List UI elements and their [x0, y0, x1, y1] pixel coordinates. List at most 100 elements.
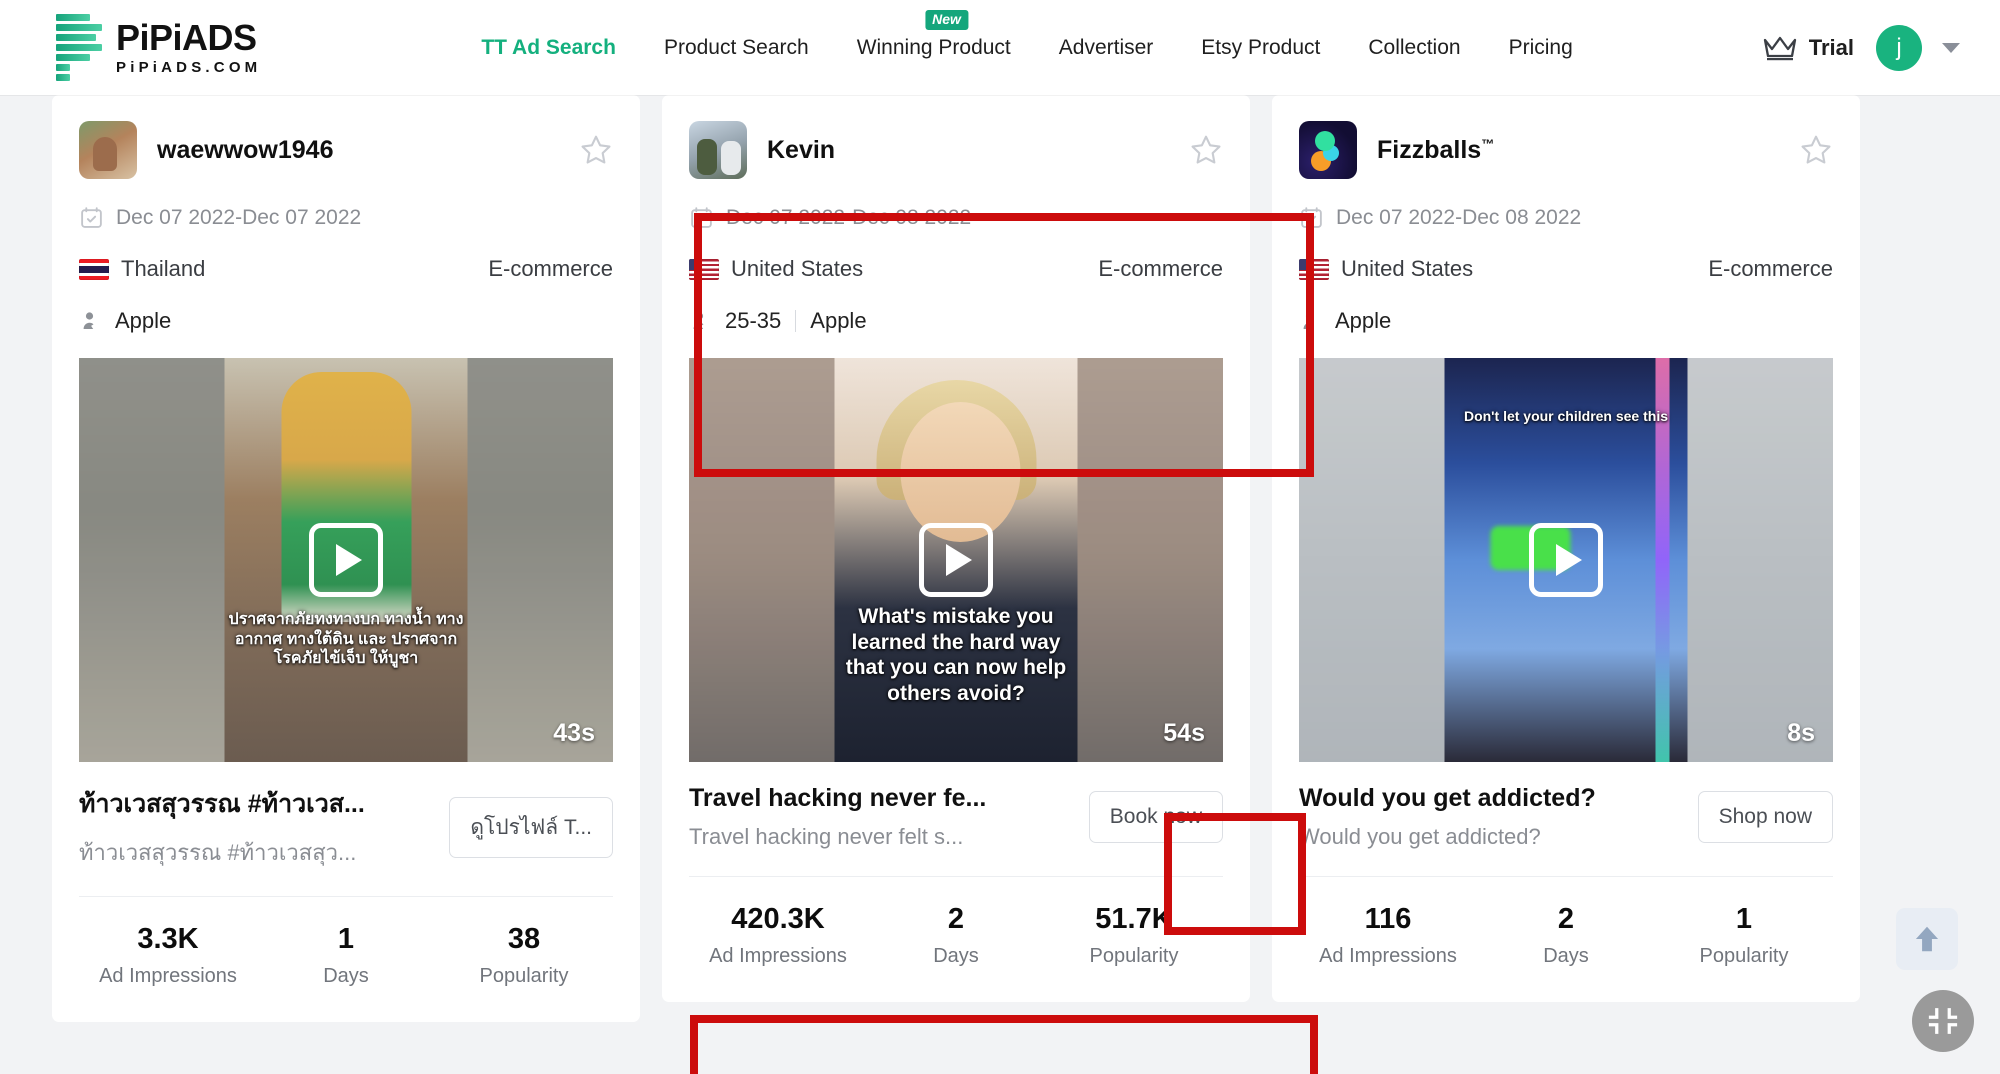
account-avatar[interactable]	[79, 121, 137, 179]
stat-popularity: 1 Popularity	[1655, 903, 1833, 968]
account-name[interactable]: Kevin	[767, 136, 835, 165]
country-row: United States E-commerce	[1299, 256, 1833, 282]
video-duration: 54s	[1163, 719, 1205, 747]
ad-copy-row: Would you get addicted? Would you get ad…	[1299, 762, 1833, 876]
trial-label[interactable]: Trial	[1809, 35, 1854, 61]
cta-button[interactable]: ดูโปรไฟล์ T...	[449, 796, 613, 858]
nav-item-winning-product[interactable]: New Winning Product	[857, 9, 1011, 60]
platform-label: Apple	[810, 308, 867, 333]
brand-logo[interactable]: PiPiADS PiPiADS.COM	[56, 14, 261, 81]
ad-copy-row: Travel hacking never fe... Travel hackin…	[689, 762, 1223, 876]
card-header: Kevin	[689, 121, 1223, 179]
stat-ad-impressions: 3.3K Ad Impressions	[79, 923, 257, 988]
country-row: Thailand E-commerce	[79, 256, 613, 282]
country-label: United States	[731, 256, 864, 281]
nav-item-product-search[interactable]: Product Search	[664, 36, 809, 60]
ad-video-preview[interactable]: What's mistake you learned the hard way …	[689, 358, 1223, 762]
stat-value: 38	[507, 923, 541, 955]
ad-video-preview[interactable]: ปราศจากภัยทงทางบก ทางน้ำ ทางอากาศ ทางใต้…	[79, 358, 613, 762]
stat-value: 1	[1735, 903, 1753, 935]
stat-label: Ad Impressions	[99, 965, 237, 987]
pipiads-logo-icon	[56, 14, 102, 81]
stat-value: 116	[1364, 903, 1412, 935]
person-icon	[83, 312, 94, 329]
nav-item-collection[interactable]: Collection	[1368, 36, 1460, 60]
ad-stats-row: 420.3K Ad Impressions 2 Days 51.7K Popul…	[689, 876, 1223, 1002]
nav-label: TT Ad Search	[481, 35, 616, 59]
flag-usa-icon	[689, 258, 719, 280]
nav-item-tt-ad-search[interactable]: TT Ad Search	[481, 36, 616, 60]
stat-popularity: 38 Popularity	[435, 923, 613, 988]
primary-nav: TT Ad Search Product Search New Winning …	[291, 9, 1762, 60]
ad-title: Would you get addicted?	[1299, 784, 1596, 812]
new-badge: New	[925, 9, 968, 30]
flag-usa-icon	[1299, 258, 1329, 280]
top-navigation-bar: PiPiADS PiPiADS.COM TT Ad Search Product…	[0, 0, 2000, 95]
person-icon	[1303, 312, 1314, 329]
stat-label: Popularity	[1699, 945, 1789, 967]
stat-popularity: 51.7K Popularity	[1045, 903, 1223, 968]
chevron-down-icon[interactable]	[1942, 42, 1960, 53]
nav-label: Collection	[1368, 35, 1461, 59]
stat-ad-impressions: 116 Ad Impressions	[1299, 903, 1477, 968]
collapse-toggle-button[interactable]	[1912, 990, 1974, 1052]
card-header: Fizzballs™	[1299, 121, 1833, 179]
stat-label: Days	[933, 945, 979, 967]
platform-label: Apple	[115, 308, 172, 333]
stat-value: 1	[337, 923, 355, 955]
nav-item-pricing[interactable]: Pricing	[1509, 36, 1573, 60]
date-range: Dec 07 2022-Dec 08 2022	[726, 205, 972, 229]
card-header: waewwow1946	[79, 121, 613, 179]
favorite-star-icon[interactable]	[1189, 133, 1223, 167]
date-range: Dec 07 2022-Dec 08 2022	[1336, 205, 1582, 229]
avatar[interactable]: j	[1876, 24, 1922, 71]
ad-card: Fizzballs™ Dec 07 2022-Dec 08 2022 Unite…	[1272, 95, 1860, 1002]
account-avatar[interactable]	[689, 121, 747, 179]
stat-label: Days	[323, 965, 369, 987]
country-label: United States	[1341, 256, 1474, 281]
country-label: Thailand	[121, 256, 206, 281]
nav-label: Pricing	[1508, 35, 1573, 59]
arrow-up-icon	[1915, 926, 1939, 952]
nav-item-advertiser[interactable]: Advertiser	[1059, 36, 1154, 60]
platform-label: Apple	[1335, 308, 1392, 333]
nav-label: Etsy Product	[1201, 35, 1321, 59]
play-icon[interactable]	[1529, 523, 1603, 597]
favorite-star-icon[interactable]	[579, 133, 613, 167]
cta-button[interactable]: Book now	[1088, 791, 1223, 843]
account-name[interactable]: Fizzballs™	[1377, 136, 1494, 165]
stat-value: 420.3K	[731, 903, 825, 935]
category-label: E-commerce	[488, 256, 613, 281]
audience-row: 25-35 Apple	[689, 308, 1223, 334]
stat-label: Days	[1543, 945, 1589, 967]
annotation-box-card-stats	[690, 1015, 1318, 1074]
ad-video-preview[interactable]: Don't let your children see this 8s	[1299, 358, 1833, 762]
favorite-star-icon[interactable]	[1799, 133, 1833, 167]
play-icon[interactable]	[309, 523, 383, 597]
date-range: Dec 07 2022-Dec 07 2022	[116, 205, 362, 229]
category-label: E-commerce	[1098, 256, 1223, 281]
account-name[interactable]: waewwow1946	[157, 136, 333, 165]
ad-copy-row: ท้าวเวสสุวรรณ #ท้าวเวส... ท้าวเวสสุวรรณ …	[79, 762, 613, 896]
cta-button[interactable]: Shop now	[1697, 791, 1833, 843]
date-range-row: Dec 07 2022-Dec 08 2022	[1299, 205, 1833, 230]
ad-description: Would you get addicted?	[1299, 824, 1541, 849]
video-duration: 43s	[553, 719, 595, 747]
age-range-label: 25-35	[725, 308, 782, 333]
ad-cards-container: waewwow1946 Dec 07 2022-Dec 07 2022 Thai…	[0, 95, 2000, 1074]
date-range-row: Dec 07 2022-Dec 08 2022	[689, 205, 1223, 230]
nav-item-etsy-product[interactable]: Etsy Product	[1201, 36, 1320, 60]
scroll-to-top-button[interactable]	[1896, 908, 1958, 970]
calendar-check-icon	[691, 207, 712, 228]
stat-label: Popularity	[479, 965, 569, 987]
account-avatar[interactable]	[1299, 121, 1357, 179]
stat-label: Ad Impressions	[1319, 945, 1457, 967]
stat-ad-impressions: 420.3K Ad Impressions	[689, 903, 867, 968]
flag-thailand-icon	[79, 258, 109, 280]
brand-subtitle: PiPiADS.COM	[116, 59, 262, 76]
nav-label: Advertiser	[1058, 35, 1154, 59]
play-icon[interactable]	[919, 523, 993, 597]
stat-value: 3.3K	[137, 923, 199, 955]
ad-title: Travel hacking never fe...	[689, 784, 987, 812]
crown-icon	[1763, 36, 1796, 60]
